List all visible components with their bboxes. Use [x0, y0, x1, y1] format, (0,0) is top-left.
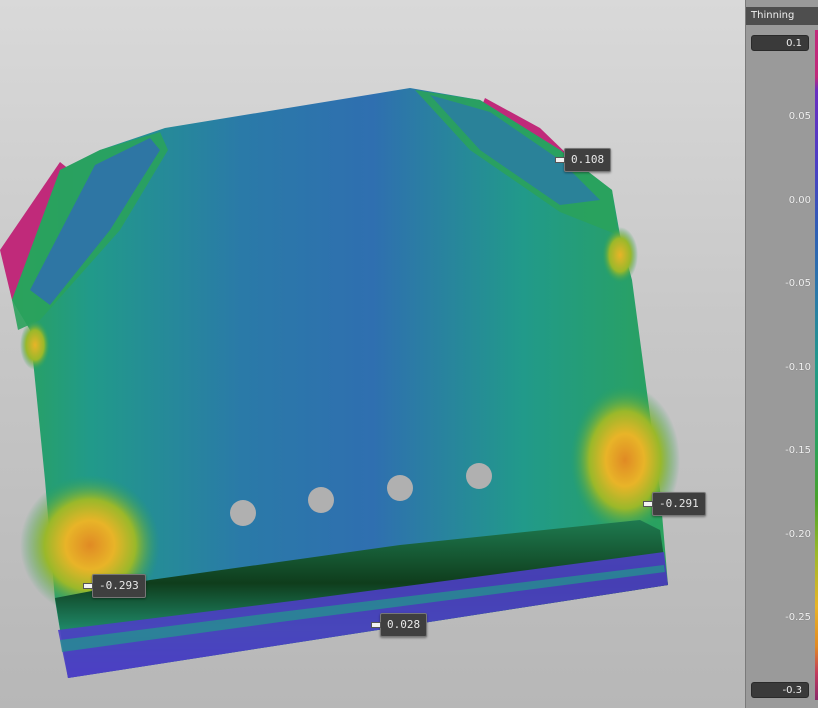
callout-bottom[interactable]: 0.028: [371, 613, 428, 637]
legend-title: Thinning: [746, 7, 818, 25]
hole: [387, 475, 413, 501]
callout-value: 0.108: [571, 153, 605, 166]
callout-value: -0.293: [99, 579, 139, 592]
hole: [466, 463, 492, 489]
callout-right[interactable]: -0.291: [643, 492, 706, 516]
callout-value: 0.028: [387, 618, 421, 631]
legend-tick: -0.05: [785, 278, 811, 289]
hot-spot-top-right: [602, 227, 638, 283]
legend-tick: -0.10: [785, 362, 811, 373]
legend-min-input[interactable]: -0.3: [751, 682, 809, 698]
legend-panel: Thinning 0.1 0.05 0.00 -0.05 -0.10 -0.15…: [745, 0, 818, 708]
part-mesh[interactable]: [0, 0, 745, 708]
callout-top-right[interactable]: 0.108: [555, 148, 612, 172]
legend-tick: 0.05: [788, 111, 811, 122]
3d-viewport[interactable]: 0.108 -0.291 -0.293 0.028: [0, 0, 745, 708]
callout-bottom-left[interactable]: -0.293: [83, 574, 146, 598]
callout-value: -0.291: [659, 497, 699, 510]
legend-max-input[interactable]: 0.1: [751, 35, 809, 51]
hot-spot-left: [20, 320, 50, 370]
legend-tick: 0.00: [788, 195, 811, 206]
legend-tick: -0.20: [785, 529, 811, 540]
callout-pointer: [643, 501, 653, 507]
hole: [308, 487, 334, 513]
hole: [230, 500, 256, 526]
callout-pointer: [371, 622, 381, 628]
callout-pointer: [83, 583, 93, 589]
callout-pointer: [555, 157, 565, 163]
legend-tick: -0.15: [785, 445, 811, 456]
legend-tick: -0.25: [785, 612, 811, 623]
